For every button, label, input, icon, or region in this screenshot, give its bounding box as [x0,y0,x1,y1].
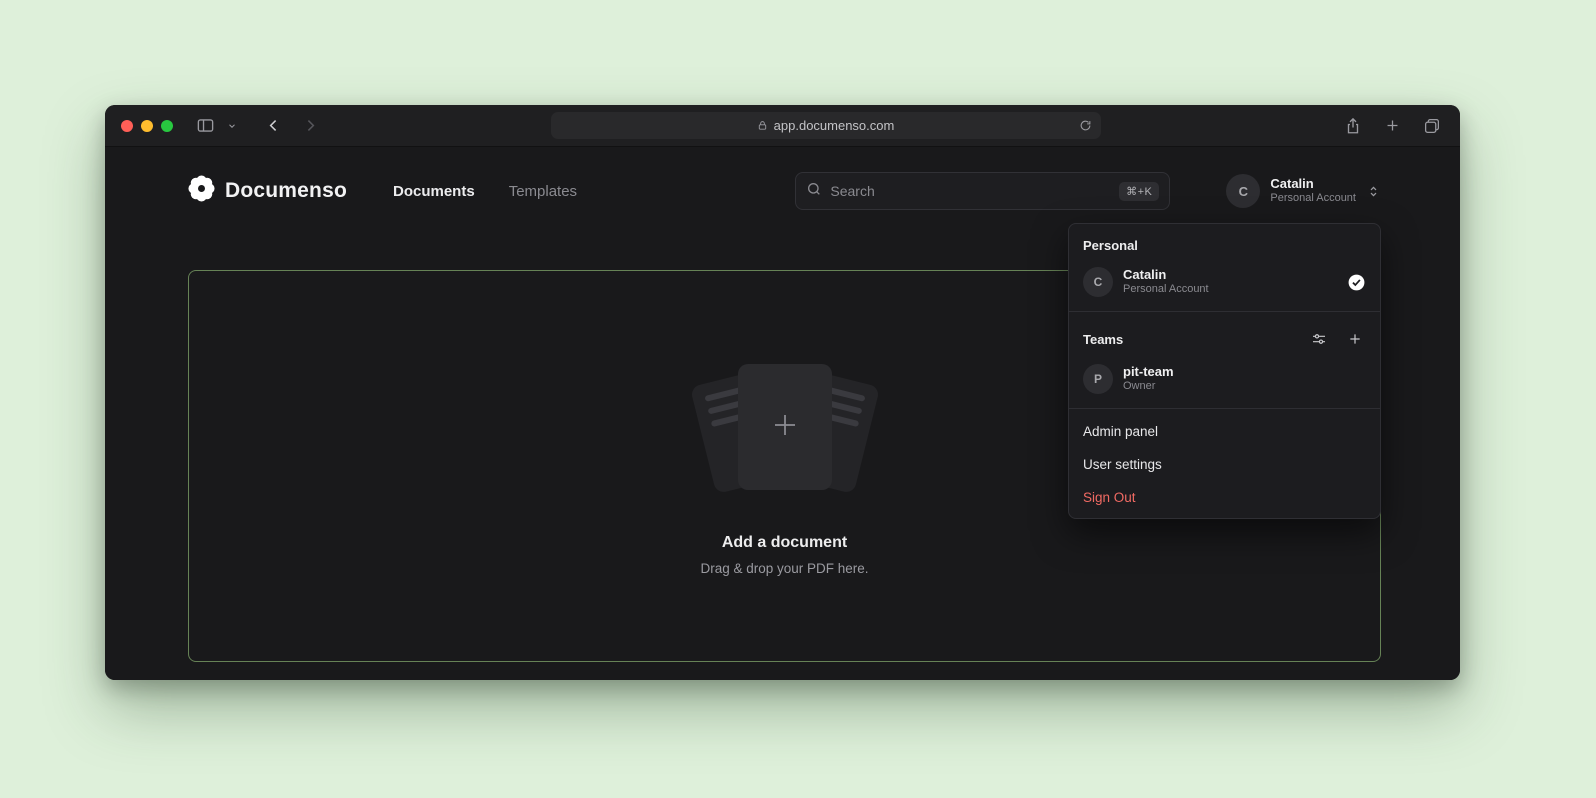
search-bar[interactable]: ⌘+K [795,172,1170,210]
search-input[interactable] [830,183,1111,199]
team-name: pit-team [1123,364,1174,380]
avatar: C [1226,174,1260,208]
main-nav: Documents Templates [393,183,577,200]
new-tab-icon[interactable] [1381,114,1404,137]
zoom-button[interactable] [161,120,173,132]
check-circle-icon [1347,273,1366,292]
tab-overview-icon[interactable] [1420,114,1444,138]
personal-account-name: Catalin [1123,267,1166,283]
back-icon[interactable] [262,114,285,137]
share-icon[interactable] [1341,114,1365,138]
dropzone-subtitle: Drag & drop your PDF here. [700,561,868,576]
search-icon [806,181,822,202]
toolbar-right-icons [1341,114,1444,138]
avatar-initial: C [1239,184,1248,199]
avatar: P [1083,364,1113,394]
nav-templates[interactable]: Templates [509,183,577,200]
address-bar-wrap: app.documenso.com [322,112,1329,139]
personal-account-type: Personal Account [1123,283,1209,297]
teams-heading: Teams [1083,332,1123,347]
avatar-initial: P [1094,372,1102,386]
refresh-icon[interactable] [1076,116,1095,135]
app-header: Documenso Documents Templates ⌘+K C Cata… [188,147,1381,235]
add-team-icon[interactable] [1344,328,1366,350]
personal-account-item[interactable]: C Catalin Personal Account [1069,259,1380,305]
documents-illustration [670,356,900,508]
browser-window: app.documenso.com [105,105,1460,680]
documenso-logo-icon [188,175,215,207]
personal-account-text: Catalin Personal Account [1123,267,1209,297]
documenso-app: Documenso Documents Templates ⌘+K C Cata… [105,147,1460,680]
avatar: C [1083,267,1113,297]
dropzone-title: Add a document [722,534,847,552]
close-button[interactable] [121,120,133,132]
minimize-button[interactable] [141,120,153,132]
nav-documents[interactable]: Documents [393,183,475,200]
menu-item-admin-panel[interactable]: Admin panel [1069,415,1380,448]
team-text: pit-team Owner [1123,364,1174,394]
manage-teams-icon[interactable] [1308,328,1330,350]
sidebar-toggle-icon[interactable] [193,113,218,138]
account-type: Personal Account [1270,192,1356,206]
toolbar-left-icons [193,113,322,138]
brand[interactable]: Documenso [188,175,347,207]
plus-icon [770,410,800,445]
avatar-initial: C [1094,275,1103,289]
address-bar[interactable]: app.documenso.com [551,112,1101,139]
browser-toolbar: app.documenso.com [105,105,1460,147]
account-menu: Personal C Catalin Personal Account Team… [1068,223,1381,519]
search-shortcut-badge: ⌘+K [1119,182,1159,201]
document-card-center [738,364,832,490]
account-text: Catalin Personal Account [1270,176,1356,206]
team-item[interactable]: P pit-team Owner [1069,356,1380,402]
account-menu-trigger[interactable]: C Catalin Personal Account [1226,174,1381,208]
menu-item-sign-out[interactable]: Sign Out [1069,481,1380,514]
address-text: app.documenso.com [774,118,895,133]
menu-divider [1069,408,1380,409]
personal-heading: Personal [1069,228,1380,259]
teams-heading-row: Teams [1069,318,1380,356]
team-role: Owner [1123,380,1155,394]
brand-name: Documenso [225,179,347,203]
window-controls [121,120,173,132]
lock-icon [757,120,768,131]
menu-item-user-settings[interactable]: User settings [1069,448,1380,481]
chevrons-up-down-icon [1366,184,1381,199]
account-name: Catalin [1270,176,1313,192]
teams-actions [1308,328,1366,350]
menu-divider [1069,311,1380,312]
forward-icon[interactable] [299,114,322,137]
chevron-down-icon[interactable] [224,118,240,134]
